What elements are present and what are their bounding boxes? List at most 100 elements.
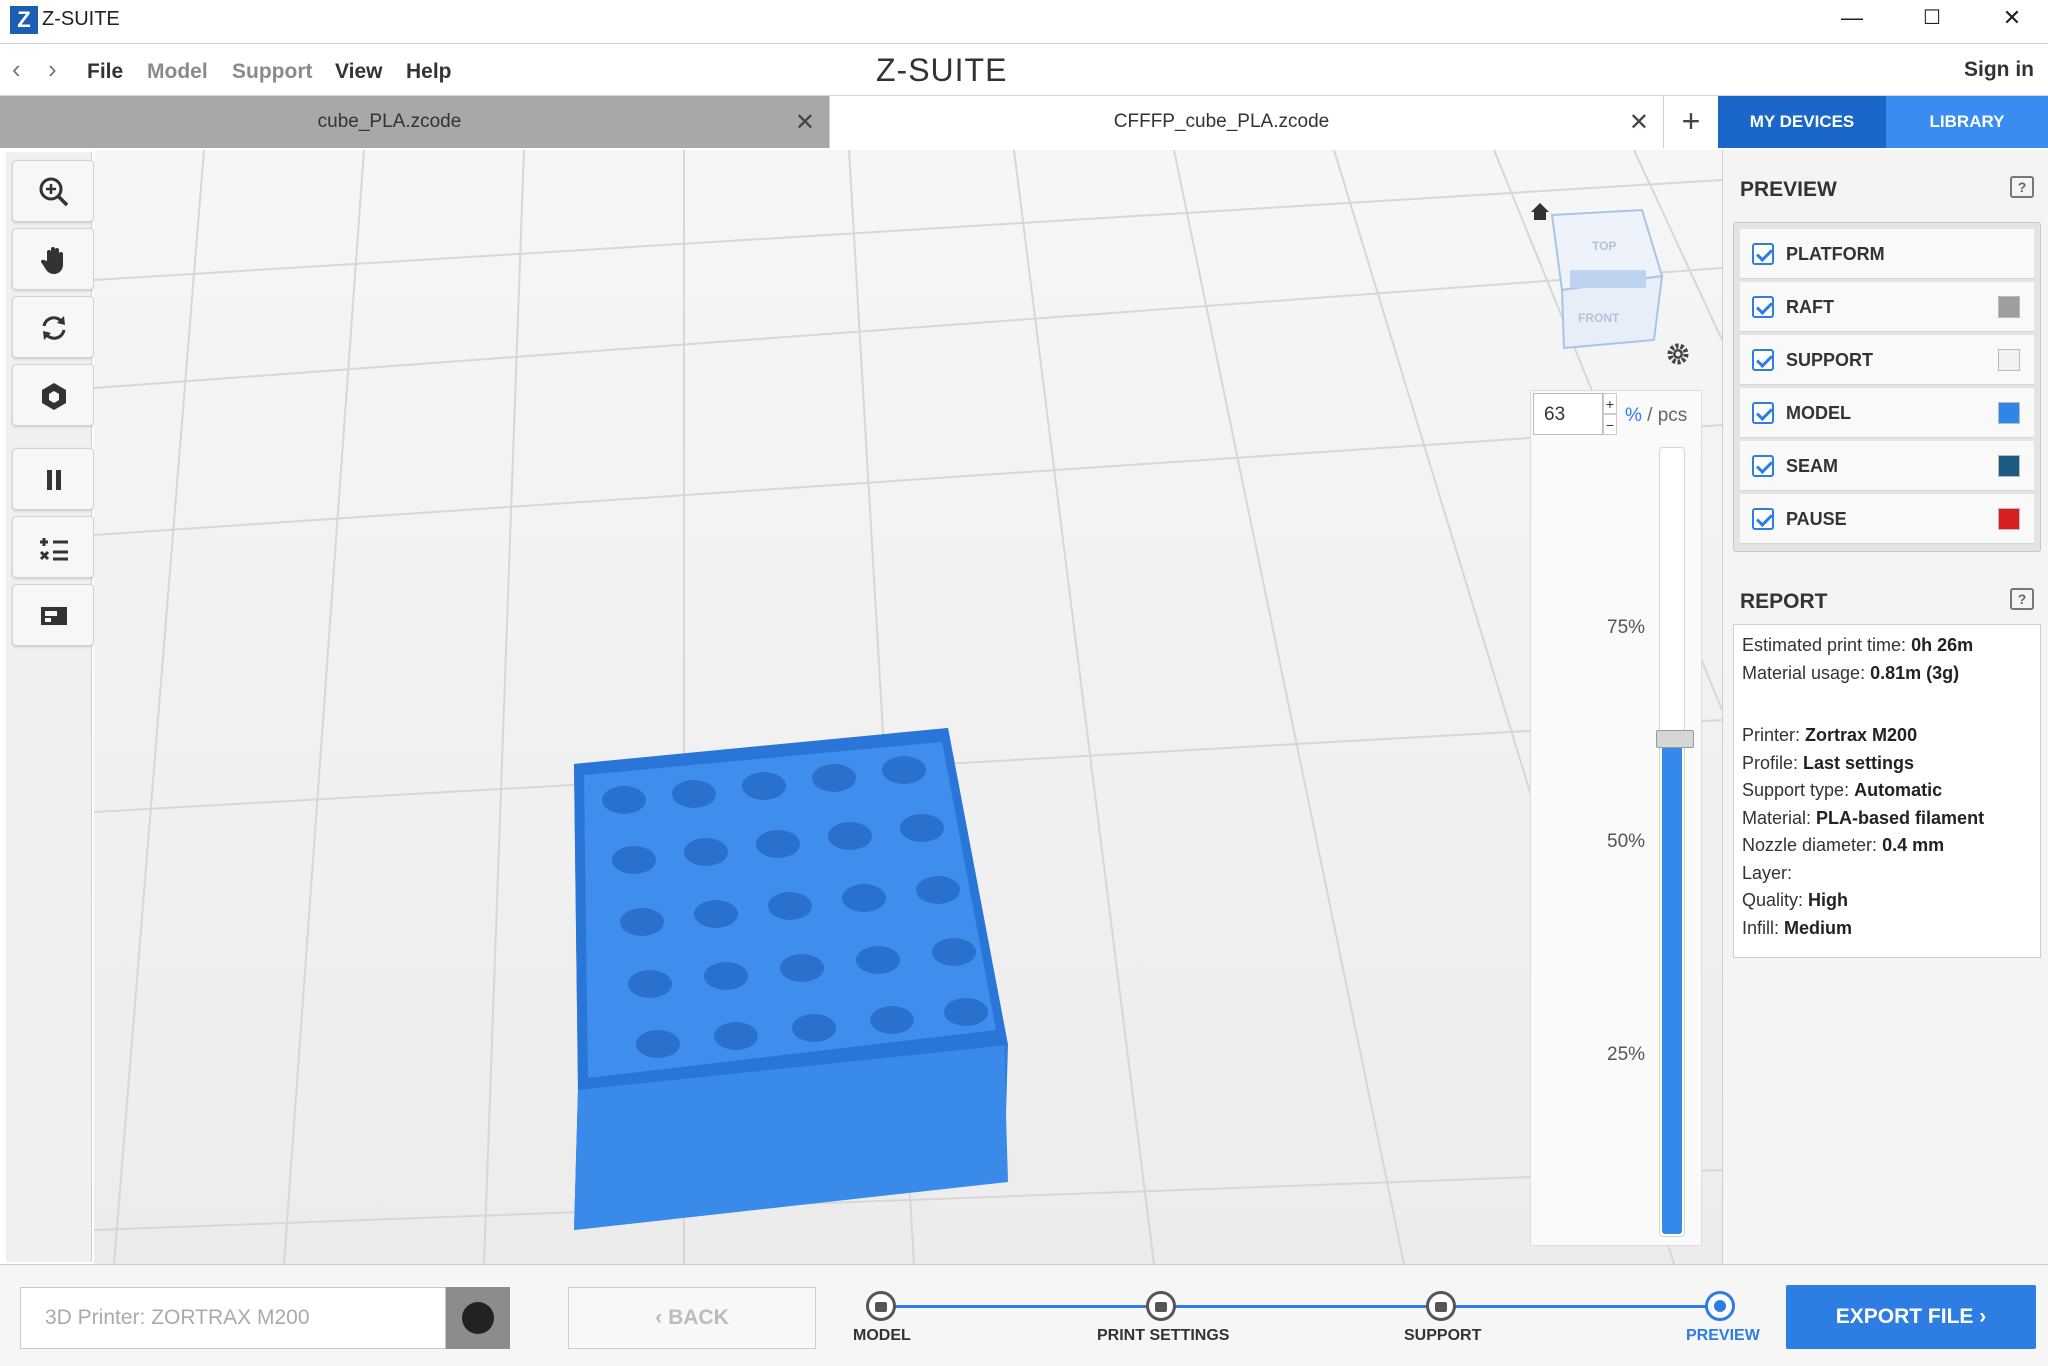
title-bar: Z Z-SUITE — ☐ ✕ <box>0 0 2048 44</box>
color-swatch[interactable] <box>1998 349 2020 371</box>
printer-lock-button[interactable] <box>446 1287 510 1349</box>
sign-in-link[interactable]: Sign in <box>1964 58 2034 82</box>
menu-view[interactable]: View <box>335 60 382 84</box>
preview-item-seam[interactable]: SEAM <box>1740 441 2034 491</box>
pcs-unit[interactable]: / pcs <box>1642 405 1687 426</box>
tab-cube-pla[interactable]: cube_PLA.zcode ✕ <box>0 96 830 148</box>
preview-item-pause[interactable]: PAUSE <box>1740 494 2034 544</box>
my-devices-button[interactable]: MY DEVICES <box>1718 96 1886 148</box>
printer-field[interactable]: 3D Printer: ZORTRAX M200 <box>20 1287 446 1349</box>
print-layer-tool-button[interactable] <box>12 584 94 646</box>
maximize-button[interactable]: ☐ <box>1892 0 1972 36</box>
preview-item-label: PAUSE <box>1786 509 1847 529</box>
rotate-icon <box>42 316 66 340</box>
left-toolbar <box>6 152 94 1262</box>
menu-help[interactable]: Help <box>406 60 452 84</box>
3d-viewport[interactable]: TOP FRONT 63 + − % / pcs 75% 50% 25% <box>94 150 1722 1264</box>
spin-up-button[interactable]: + <box>1603 393 1617 414</box>
report-line: Support type: Automatic <box>1742 780 1943 800</box>
layer-value-input[interactable]: 63 <box>1533 393 1603 435</box>
layer-list-tool-button[interactable] <box>12 516 94 578</box>
add-tab-button[interactable]: + <box>1664 96 1718 148</box>
color-swatch[interactable] <box>1998 296 2020 318</box>
color-swatch[interactable] <box>1998 508 2020 530</box>
view-cube-front-label: FRONT <box>1578 311 1620 325</box>
preview-item-label: SUPPORT <box>1786 350 1874 370</box>
checkbox[interactable] <box>1752 508 1774 530</box>
pan-tool-button[interactable] <box>12 228 94 290</box>
menu-bar: ‹ › File Model Support View Help Z-SUITE… <box>0 44 2048 96</box>
preview-item-platform[interactable]: PLATFORM <box>1740 229 2034 279</box>
tab-cfffp-cube-pla[interactable]: CFFFP_cube_PLA.zcode ✕ <box>830 96 1664 148</box>
view-cube[interactable] <box>1550 208 1664 350</box>
lock-icon <box>462 1302 494 1334</box>
preview-title: PREVIEW <box>1740 178 1837 201</box>
layer-slider-thumb[interactable] <box>1656 730 1694 748</box>
steps-progress-line <box>882 1305 1720 1308</box>
minimize-button[interactable]: — <box>1812 0 1892 36</box>
report-line: Printer: Zortrax M200 <box>1742 725 1918 745</box>
close-icon[interactable]: ✕ <box>795 108 815 137</box>
checkbox[interactable] <box>1752 296 1774 318</box>
report-line: Nozzle diameter: 0.4 mm <box>1742 835 1945 855</box>
brand-logo: Z-SUITE <box>876 52 1008 88</box>
report-line: Material usage: 0.81m (3g) <box>1742 663 1960 683</box>
layer-list-icon <box>39 538 68 561</box>
back-arrow-icon[interactable]: ‹ <box>12 54 21 85</box>
report-line: Infill: Medium <box>1742 918 1853 938</box>
hand-pan-icon <box>40 247 63 274</box>
forward-arrow-icon[interactable]: › <box>48 54 57 85</box>
preview-item-model[interactable]: MODEL <box>1740 388 2034 438</box>
checkbox[interactable] <box>1752 243 1774 265</box>
zoom-tool-button[interactable] <box>12 160 94 222</box>
close-window-button[interactable]: ✕ <box>1972 0 2048 36</box>
checkbox[interactable] <box>1752 402 1774 424</box>
preview-item-label: RAFT <box>1786 297 1834 317</box>
layer-slider-panel: 63 + − % / pcs 75% 50% 25% <box>1530 390 1702 1246</box>
checkbox[interactable] <box>1752 349 1774 371</box>
spin-down-button[interactable]: − <box>1603 414 1617 435</box>
step-preview-icon[interactable] <box>1705 1291 1735 1321</box>
step-print-settings-label[interactable]: PRINT SETTINGS <box>1097 1327 1229 1345</box>
layer-slider-track[interactable] <box>1656 447 1694 1237</box>
preview-help-icon[interactable]: ? <box>2010 176 2034 198</box>
preview-item-raft[interactable]: RAFT <box>1740 282 2034 332</box>
view-tool-button[interactable] <box>12 364 94 426</box>
window-title: Z-SUITE <box>42 8 120 30</box>
zoom-icon <box>39 177 69 207</box>
checkbox[interactable] <box>1752 455 1774 477</box>
percent-unit[interactable]: % <box>1625 405 1642 426</box>
bottom-bar: 3D Printer: ZORTRAX M200 ‹ BACK MODEL PR… <box>0 1264 2048 1366</box>
menu-model[interactable]: Model <box>147 60 208 84</box>
tick-label-25: 25% <box>1607 1044 1646 1065</box>
preview-item-label: MODEL <box>1786 403 1851 423</box>
preview-item-label: PLATFORM <box>1786 244 1885 264</box>
tab-label: cube_PLA.zcode <box>317 111 462 132</box>
step-support-icon[interactable] <box>1426 1291 1456 1321</box>
pause-tool-button[interactable] <box>12 448 94 510</box>
step-model-label[interactable]: MODEL <box>853 1327 911 1345</box>
cube-view-icon <box>42 383 66 410</box>
step-support-label[interactable]: SUPPORT <box>1404 1327 1481 1345</box>
print-layer-icon <box>41 607 67 625</box>
color-swatch[interactable] <box>1998 455 2020 477</box>
step-model-icon[interactable] <box>866 1291 896 1321</box>
step-print-settings-icon[interactable] <box>1146 1291 1176 1321</box>
menu-file[interactable]: File <box>87 60 123 84</box>
report-line: Profile: Last settings <box>1742 753 1915 773</box>
color-swatch[interactable] <box>1998 402 2020 424</box>
menu-support[interactable]: Support <box>232 60 312 84</box>
pause-icon <box>47 470 61 490</box>
report-help-icon[interactable]: ? <box>2010 588 2034 610</box>
preview-item-support[interactable]: SUPPORT <box>1740 335 2034 385</box>
view-cube-top-label: TOP <box>1592 239 1616 253</box>
preview-item-label: SEAM <box>1786 456 1839 476</box>
rotate-tool-button[interactable] <box>12 296 94 358</box>
back-button[interactable]: ‹ BACK <box>568 1287 816 1349</box>
close-icon[interactable]: ✕ <box>1629 108 1649 137</box>
tab-bar: cube_PLA.zcode ✕ CFFFP_cube_PLA.zcode ✕ … <box>0 96 2048 148</box>
library-button[interactable]: LIBRARY <box>1886 96 2048 148</box>
cube-model[interactable] <box>574 728 1008 1230</box>
export-file-button[interactable]: EXPORT FILE › <box>1786 1285 2036 1349</box>
step-preview-label[interactable]: PREVIEW <box>1686 1327 1760 1345</box>
